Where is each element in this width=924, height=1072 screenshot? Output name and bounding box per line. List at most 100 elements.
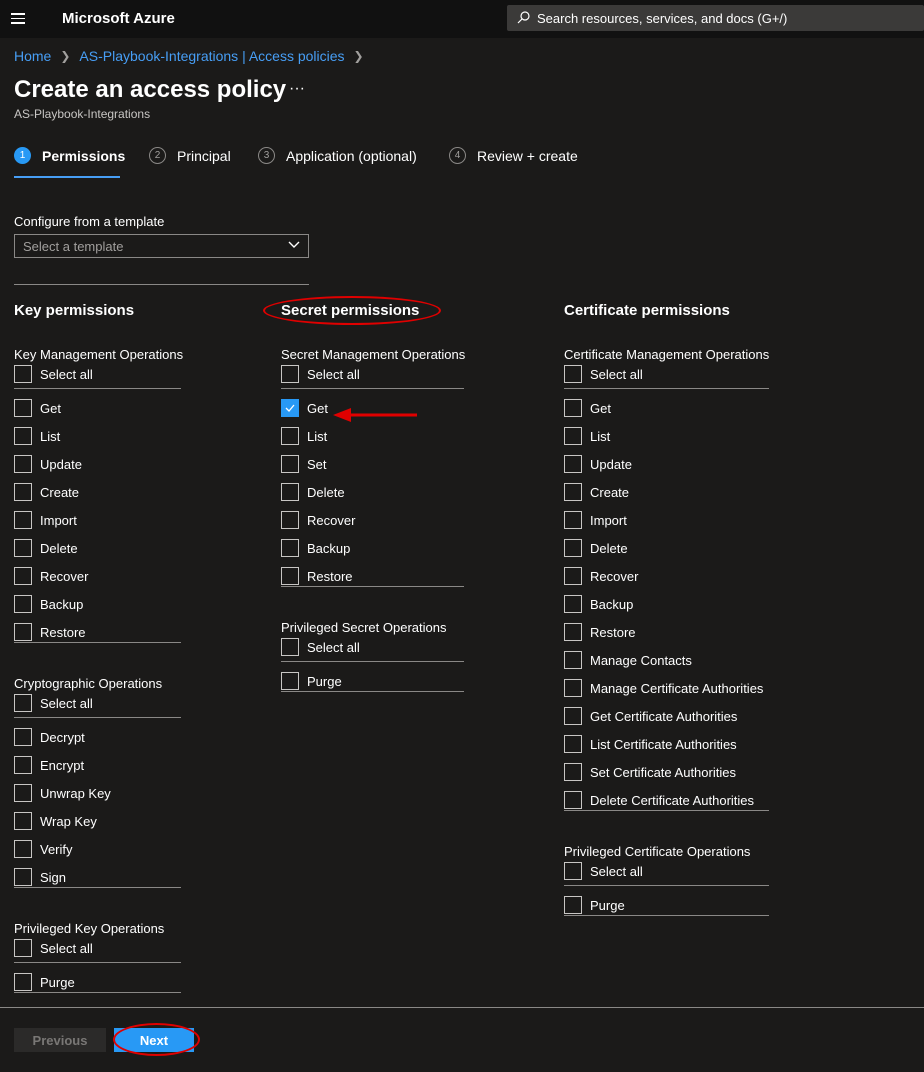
key-mgmt-delete[interactable]: Delete [14, 538, 78, 558]
key-mgmt-restore[interactable]: Restore [14, 622, 86, 642]
template-dropdown[interactable]: Select a template [14, 234, 309, 258]
key-mgmt-update[interactable]: Update [14, 454, 82, 474]
key-mgmt-backup[interactable]: Backup [14, 594, 83, 614]
checkbox[interactable] [14, 868, 32, 886]
secret-priv-purge[interactable]: Purge [281, 671, 342, 691]
key-priv-purge[interactable]: Purge [14, 972, 75, 992]
checkbox[interactable] [564, 427, 582, 445]
checkbox[interactable] [14, 539, 32, 557]
secret-mgmt-backup[interactable]: Backup [281, 538, 350, 558]
key-mgmt-recover[interactable]: Recover [14, 566, 88, 586]
checkbox[interactable] [14, 939, 32, 957]
secret-mgmt-recover[interactable]: Recover [281, 510, 355, 530]
cert-mgmt-recover[interactable]: Recover [564, 566, 638, 586]
secret-priv-select-all[interactable]: Select all [281, 637, 360, 657]
checkbox[interactable] [564, 399, 582, 417]
key-crypto-sign[interactable]: Sign [14, 867, 66, 887]
key-crypto-unwrap-key[interactable]: Unwrap Key [14, 783, 111, 803]
checkbox[interactable] [564, 763, 582, 781]
cert-mgmt-set-certificate-authorities[interactable]: Set Certificate Authorities [564, 762, 736, 782]
checkbox[interactable] [14, 694, 32, 712]
checkbox[interactable] [14, 784, 32, 802]
checkbox[interactable] [564, 455, 582, 473]
checkbox[interactable] [281, 672, 299, 690]
tab-permissions[interactable]: 1 Permissions [14, 147, 125, 164]
checkbox[interactable] [564, 623, 582, 641]
checkbox[interactable] [564, 735, 582, 753]
key-mgmt-create[interactable]: Create [14, 482, 79, 502]
cert-mgmt-get-certificate-authorities[interactable]: Get Certificate Authorities [564, 706, 737, 726]
cert-mgmt-update[interactable]: Update [564, 454, 632, 474]
key-crypto-encrypt[interactable]: Encrypt [14, 755, 84, 775]
more-options-icon[interactable]: ··· [289, 80, 305, 98]
checkbox[interactable] [564, 651, 582, 669]
breadcrumb-access-policies[interactable]: AS-Playbook-Integrations | Access polici… [79, 48, 344, 64]
key-crypto-select-all[interactable]: Select all [14, 693, 93, 713]
cert-mgmt-delete[interactable]: Delete [564, 538, 628, 558]
checkbox[interactable] [14, 595, 32, 613]
checkbox[interactable] [14, 756, 32, 774]
next-button[interactable]: Next [114, 1028, 194, 1052]
cert-priv-select-all[interactable]: Select all [564, 861, 643, 881]
tab-application[interactable]: 3 Application (optional) [258, 147, 417, 164]
checkbox[interactable] [14, 623, 32, 641]
breadcrumb-home[interactable]: Home [14, 48, 51, 64]
checkbox[interactable] [281, 638, 299, 656]
checkbox[interactable] [564, 862, 582, 880]
cert-mgmt-create[interactable]: Create [564, 482, 629, 502]
tab-review-create[interactable]: 4 Review + create [449, 147, 578, 164]
checkbox[interactable] [564, 679, 582, 697]
checkbox[interactable] [281, 365, 299, 383]
checkbox-checked[interactable] [281, 399, 299, 417]
secret-mgmt-select-all[interactable]: Select all [281, 364, 360, 384]
checkbox[interactable] [14, 483, 32, 501]
cert-mgmt-delete-certificate-authorities[interactable]: Delete Certificate Authorities [564, 790, 754, 810]
cert-mgmt-get[interactable]: Get [564, 398, 611, 418]
checkbox[interactable] [14, 455, 32, 473]
checkbox[interactable] [564, 567, 582, 585]
cert-priv-purge[interactable]: Purge [564, 895, 625, 915]
secret-mgmt-set[interactable]: Set [281, 454, 327, 474]
checkbox[interactable] [14, 511, 32, 529]
checkbox[interactable] [281, 455, 299, 473]
checkbox[interactable] [281, 427, 299, 445]
key-crypto-decrypt[interactable]: Decrypt [14, 727, 85, 747]
checkbox[interactable] [14, 973, 32, 991]
previous-button[interactable]: Previous [14, 1028, 106, 1052]
checkbox[interactable] [14, 728, 32, 746]
checkbox[interactable] [14, 399, 32, 417]
checkbox[interactable] [281, 511, 299, 529]
cert-mgmt-list[interactable]: List [564, 426, 610, 446]
checkbox[interactable] [281, 539, 299, 557]
secret-mgmt-list[interactable]: List [281, 426, 327, 446]
secret-mgmt-restore[interactable]: Restore [281, 566, 353, 586]
checkbox[interactable] [564, 896, 582, 914]
key-priv-select-all[interactable]: Select all [14, 938, 93, 958]
secret-mgmt-delete[interactable]: Delete [281, 482, 345, 502]
cert-mgmt-select-all[interactable]: Select all [564, 364, 643, 384]
cert-mgmt-list-certificate-authorities[interactable]: List Certificate Authorities [564, 734, 737, 754]
checkbox[interactable] [14, 427, 32, 445]
brand-title[interactable]: Microsoft Azure [62, 10, 175, 27]
checkbox[interactable] [564, 595, 582, 613]
cert-mgmt-restore[interactable]: Restore [564, 622, 636, 642]
cert-mgmt-backup[interactable]: Backup [564, 594, 633, 614]
checkbox[interactable] [564, 483, 582, 501]
search-input[interactable]: Search resources, services, and docs (G+… [507, 5, 924, 31]
checkbox[interactable] [14, 567, 32, 585]
secret-mgmt-get[interactable]: Get [281, 398, 328, 418]
key-mgmt-list[interactable]: List [14, 426, 60, 446]
key-crypto-verify[interactable]: Verify [14, 839, 73, 859]
key-mgmt-get[interactable]: Get [14, 398, 61, 418]
checkbox[interactable] [281, 567, 299, 585]
checkbox[interactable] [564, 707, 582, 725]
key-mgmt-select-all[interactable]: Select all [14, 364, 93, 384]
cert-mgmt-manage-contacts[interactable]: Manage Contacts [564, 650, 692, 670]
checkbox[interactable] [14, 812, 32, 830]
cert-mgmt-manage-certificate-authorities[interactable]: Manage Certificate Authorities [564, 678, 763, 698]
checkbox[interactable] [14, 365, 32, 383]
key-crypto-wrap-key[interactable]: Wrap Key [14, 811, 97, 831]
checkbox[interactable] [564, 365, 582, 383]
checkbox[interactable] [564, 791, 582, 809]
checkbox[interactable] [14, 840, 32, 858]
